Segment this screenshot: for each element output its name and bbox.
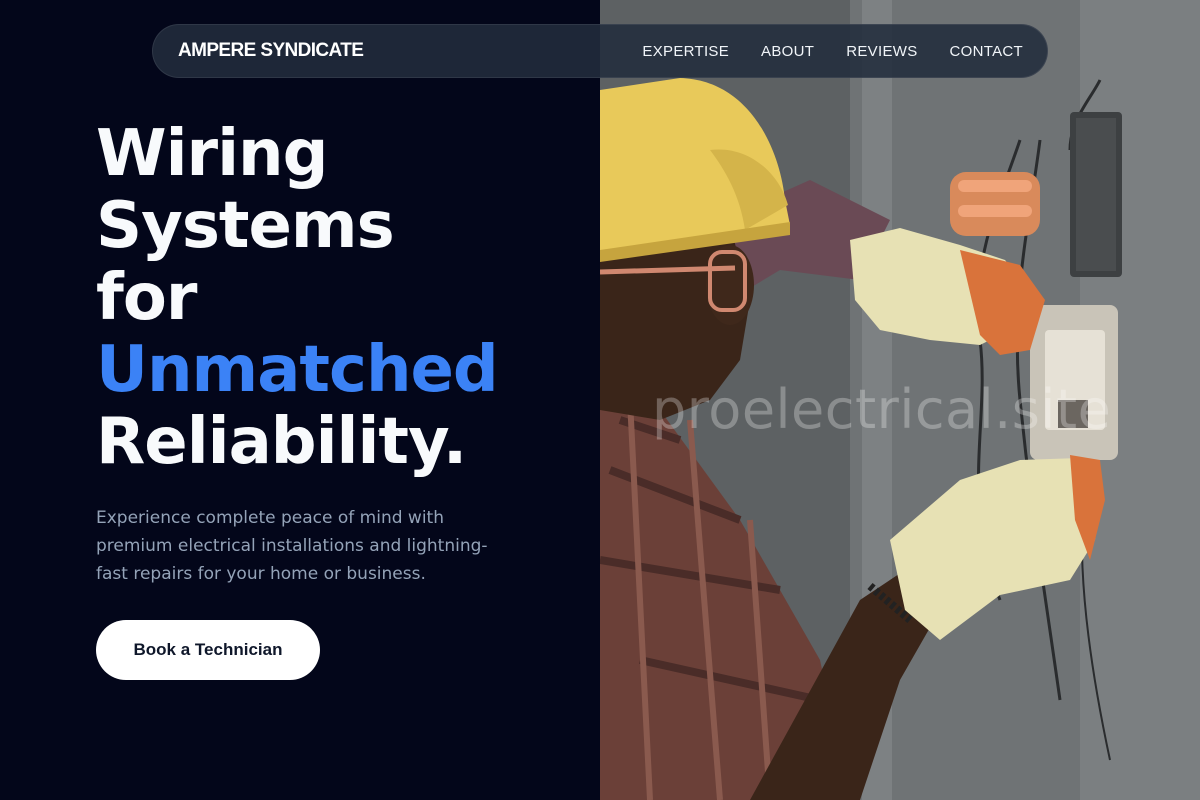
brand-logo[interactable]: AMPERE SYNDICATE bbox=[178, 40, 364, 62]
watermark-text: proelectrical.site bbox=[652, 378, 1112, 441]
hero-subtitle: Experience complete peace of mind with p… bbox=[96, 508, 488, 584]
hero-title-line-5: Reliability. bbox=[96, 405, 467, 479]
hero-title-line-1: Wiring bbox=[96, 117, 328, 191]
hero-title-line-2: Systems bbox=[96, 189, 395, 263]
nav-link-contact[interactable]: CONTACT bbox=[950, 43, 1023, 60]
hero-title-line-3: for bbox=[96, 261, 197, 335]
nav-link-reviews[interactable]: REVIEWS bbox=[846, 43, 917, 60]
hero-photo: proelectrical.site bbox=[600, 0, 1200, 800]
hero-title: Wiring Systems for Unmatched Reliability… bbox=[96, 117, 499, 479]
top-navbar: AMPERE SYNDICATE EXPERTISE ABOUT REVIEWS… bbox=[152, 24, 1048, 78]
nav-links: EXPERTISE ABOUT REVIEWS CONTACT bbox=[642, 43, 1023, 60]
nav-link-about[interactable]: ABOUT bbox=[761, 43, 814, 60]
nav-link-expertise[interactable]: EXPERTISE bbox=[642, 43, 729, 60]
hero-title-accent: Unmatched bbox=[96, 333, 499, 407]
book-technician-button[interactable]: Book a Technician bbox=[96, 620, 320, 680]
